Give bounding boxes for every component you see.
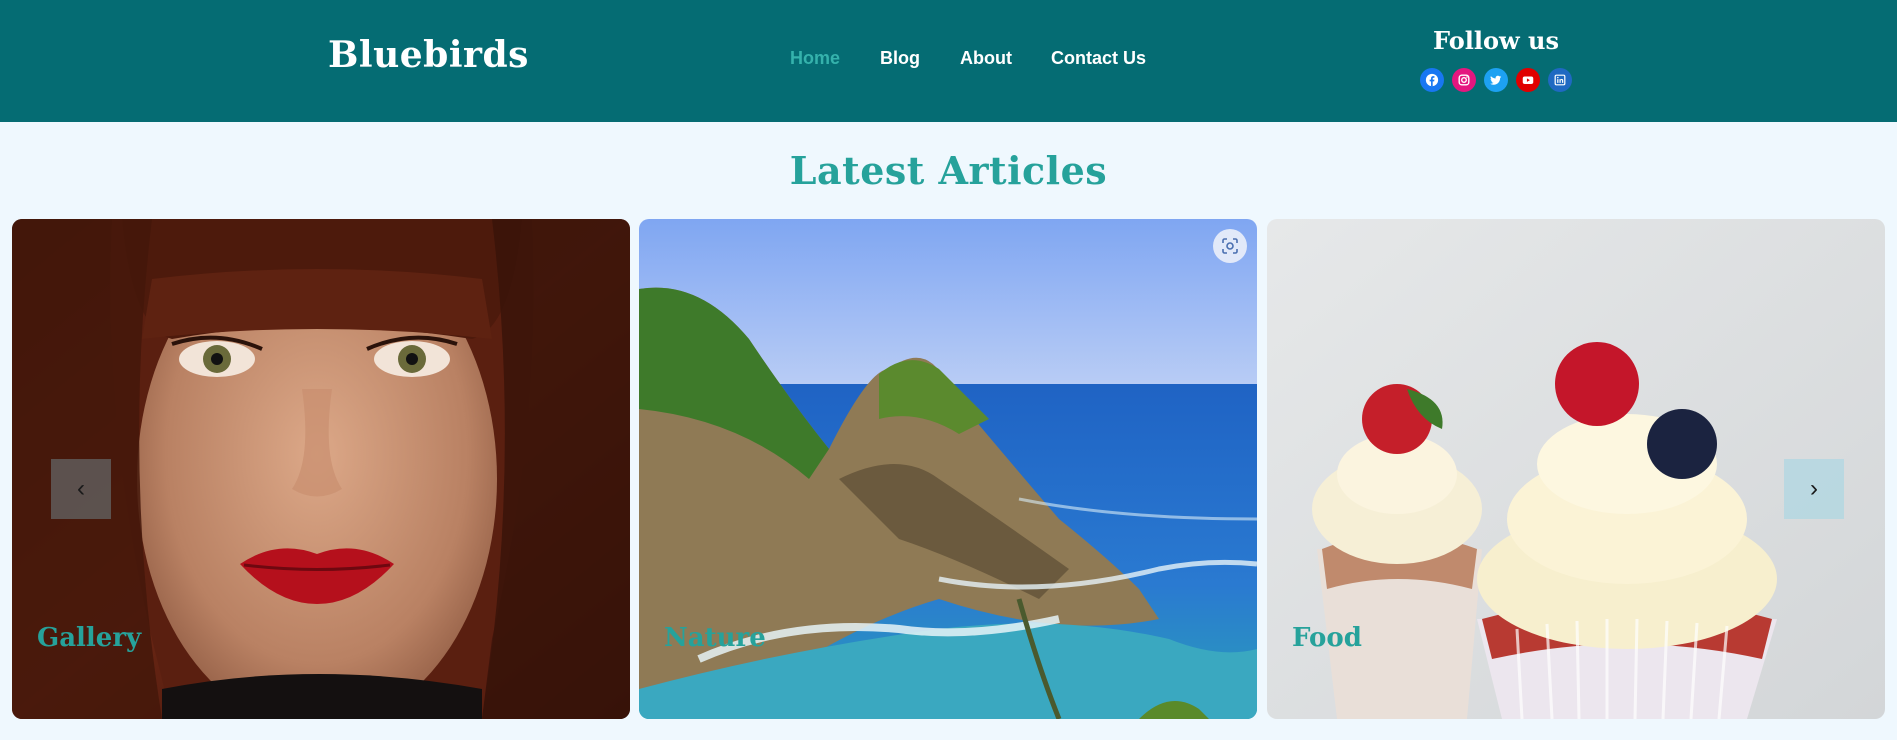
- instagram-icon[interactable]: [1452, 68, 1476, 92]
- chevron-left-icon: ‹: [77, 475, 85, 502]
- latest-articles-title: Latest Articles: [789, 148, 1108, 193]
- nav-blog[interactable]: Blog: [880, 48, 920, 69]
- main-nav: Home Blog About Contact Us: [0, 48, 1897, 72]
- youtube-icon[interactable]: [1516, 68, 1540, 92]
- social-links: [1420, 68, 1572, 92]
- carousel-prev-button[interactable]: ‹: [51, 459, 111, 519]
- site-header: Bluebirds Home Blog About Contact Us Fol…: [0, 0, 1897, 122]
- carousel-next-button[interactable]: ›: [1784, 459, 1844, 519]
- nav-contact-us[interactable]: Contact Us: [1051, 48, 1146, 69]
- follow-us-title: Follow us: [1433, 26, 1559, 55]
- facebook-icon[interactable]: [1420, 68, 1444, 92]
- visual-search-icon[interactable]: [1213, 229, 1247, 263]
- article-card-nature[interactable]: Nature: [639, 219, 1257, 719]
- nav-home[interactable]: Home: [790, 48, 840, 69]
- chevron-right-icon: ›: [1810, 475, 1818, 502]
- linkedin-icon[interactable]: [1548, 68, 1572, 92]
- nav-about[interactable]: About: [960, 48, 1012, 69]
- twitter-icon[interactable]: [1484, 68, 1508, 92]
- card-label-gallery[interactable]: Gallery: [37, 623, 141, 653]
- card-label-nature[interactable]: Nature: [664, 623, 766, 653]
- card-label-food[interactable]: Food: [1292, 623, 1362, 653]
